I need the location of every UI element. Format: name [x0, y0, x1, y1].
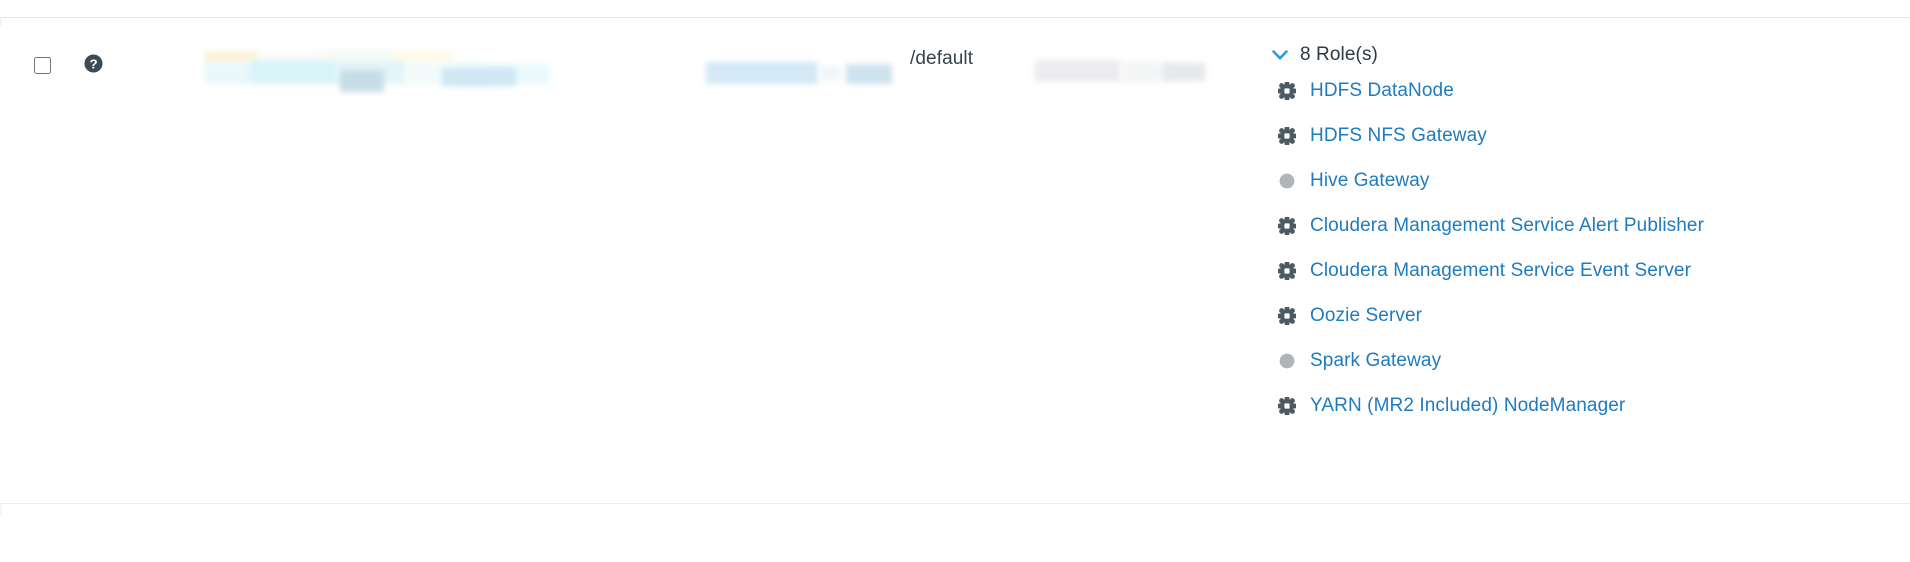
redacted-block [205, 62, 253, 84]
cog-status-icon [1278, 396, 1296, 415]
redacted-block [442, 68, 516, 86]
roles-count-label: 8 Role(s) [1300, 44, 1378, 65]
host-health-cell: ? [84, 54, 103, 73]
redacted-block [205, 51, 260, 63]
chevron-down-icon[interactable] [1270, 45, 1290, 65]
rack-id-cell: /default [910, 48, 974, 69]
redacted-block [1120, 62, 1170, 82]
roles-expand-toggle[interactable]: 8 Role(s) [1270, 42, 1890, 68]
redacted-block [1035, 60, 1121, 82]
role-link[interactable]: HDFS DataNode [1310, 80, 1454, 102]
role-list-item: Oozie Server [1270, 293, 1890, 338]
redacted-block [706, 62, 818, 84]
role-list: HDFS DataNode HDFS NFS Gateway Hive Gatewa… [1270, 68, 1890, 428]
role-link[interactable]: Cloudera Management Service Alert Publis… [1310, 215, 1704, 237]
role-link[interactable]: YARN (MR2 Included) NodeManager [1310, 395, 1625, 417]
redacted-block [340, 70, 384, 92]
svg-text:?: ? [89, 56, 97, 71]
table-edge-mark-bottom [0, 504, 2, 516]
role-link[interactable]: Spark Gateway [1310, 350, 1441, 372]
role-list-item: Spark Gateway [1270, 338, 1890, 383]
redacted-block [318, 50, 396, 62]
cog-status-icon [1278, 81, 1296, 100]
role-link[interactable]: Cloudera Management Service Event Server [1310, 260, 1691, 282]
role-list-item: HDFS NFS Gateway [1270, 113, 1890, 158]
row-select-cell [30, 54, 54, 77]
cog-status-icon [1278, 261, 1296, 280]
redacted-block [820, 66, 840, 80]
role-link[interactable]: Oozie Server [1310, 305, 1422, 327]
role-list-item: Cloudera Management Service Alert Publis… [1270, 203, 1890, 248]
table-bottom-divider [0, 503, 1910, 504]
redacted-block [335, 60, 407, 84]
roles-cell: 8 Role(s) HDFS DataNode HDFS NFS Gateway H… [1270, 42, 1890, 428]
redacted-block [846, 64, 892, 84]
circle-status-icon [1279, 173, 1295, 188]
role-link[interactable]: Hive Gateway [1310, 170, 1429, 192]
cog-status-icon [1278, 306, 1296, 325]
redacted-block [250, 60, 338, 84]
circle-status-icon [1279, 353, 1295, 368]
hosts-table: ? /default 8 Role(s) HDFS DataNode HDFS N… [0, 0, 1910, 562]
role-list-item: Cloudera Management Service Event Server [1270, 248, 1890, 293]
row-select-checkbox[interactable] [34, 57, 51, 74]
table-row: ? /default 8 Role(s) HDFS DataNode HDFS N… [0, 18, 1910, 503]
cog-status-icon [1278, 216, 1296, 235]
role-list-item: Hive Gateway [1270, 158, 1890, 203]
role-link[interactable]: HDFS NFS Gateway [1310, 125, 1487, 147]
redacted-block [1163, 63, 1205, 81]
role-list-item: YARN (MR2 Included) NodeManager [1270, 383, 1890, 428]
redacted-block [455, 64, 550, 84]
redacted-block [405, 62, 485, 84]
redacted-block [393, 51, 453, 63]
cog-status-icon [1278, 126, 1296, 145]
redacted-block [258, 51, 320, 62]
help-circle-icon[interactable]: ? [84, 54, 103, 73]
role-list-item: HDFS DataNode [1270, 68, 1890, 113]
